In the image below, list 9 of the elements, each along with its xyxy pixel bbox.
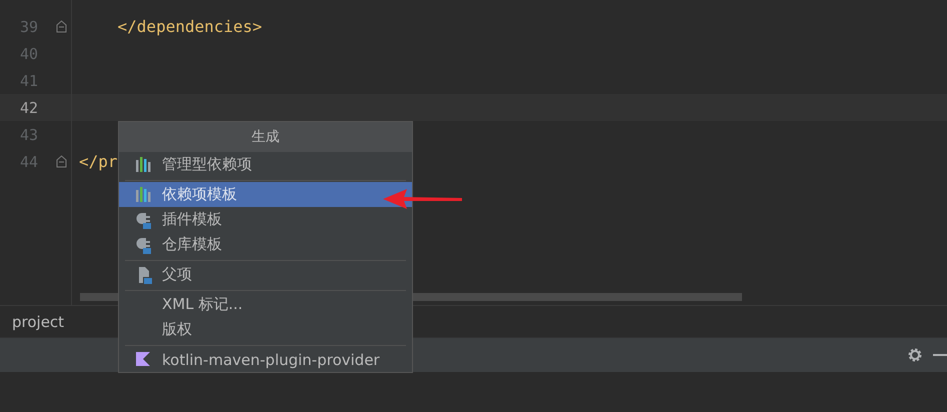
line-number: 44	[19, 152, 40, 170]
code-line: </pr	[79, 152, 118, 171]
line-number: 41	[19, 72, 40, 90]
line-number: 40	[19, 44, 40, 62]
line-number: 39	[19, 18, 40, 36]
line-number: 43	[19, 126, 40, 144]
line-number: 42	[19, 98, 40, 116]
code-line: </dependencies>	[116, 17, 262, 36]
popup-title: 生成	[119, 122, 412, 152]
